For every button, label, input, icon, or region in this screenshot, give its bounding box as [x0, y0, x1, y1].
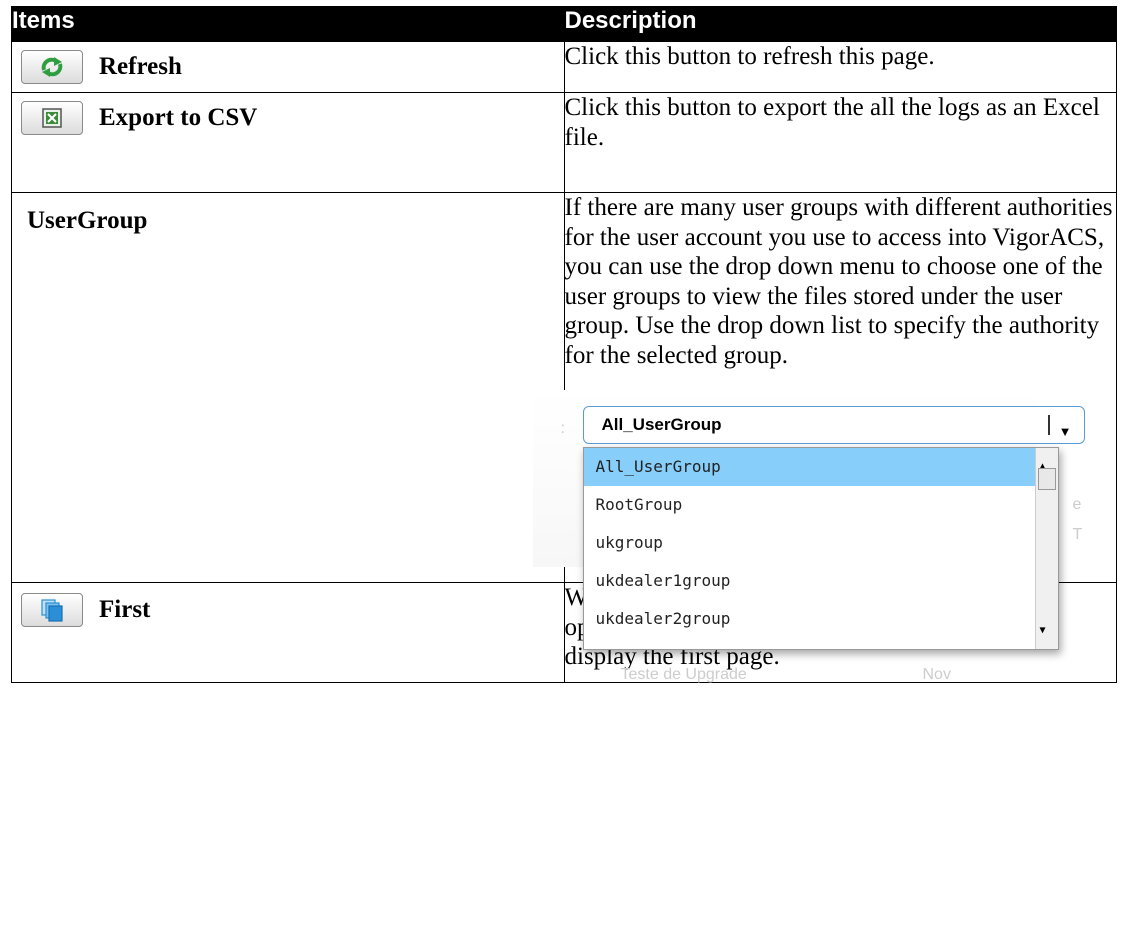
- usergroup-dropdown-screenshot: : All_UserGroup ▼ e T All_UserGroup Root…: [532, 390, 1085, 683]
- scroll-thumb[interactable]: [1037, 468, 1056, 490]
- export-csv-description: Click this button to export the all the …: [563, 92, 1117, 193]
- items-description-table: Items Description Refresh Click this but…: [11, 6, 1117, 683]
- usergroup-select[interactable]: All_UserGroup ▼: [582, 406, 1085, 447]
- option-rootgroup[interactable]: RootGroup: [584, 486, 1058, 524]
- option-ukdealer1group[interactable]: ukdealer1group: [584, 562, 1058, 600]
- usergroup-label: UserGroup: [27, 207, 148, 234]
- export-csv-button[interactable]: [21, 101, 83, 135]
- options-scrollbar[interactable]: ▲ ▼: [1034, 448, 1058, 649]
- first-label: First: [99, 596, 151, 623]
- refresh-button[interactable]: [21, 50, 83, 84]
- refresh-description: Click this button to refresh this page.: [563, 41, 1117, 93]
- export-csv-label: Export to CSV: [99, 104, 258, 131]
- option-all-usergroup[interactable]: All_UserGroup: [583, 448, 1058, 486]
- export-item-cell: Export to CSV: [11, 92, 565, 193]
- chevron-down-icon[interactable]: ▼: [1059, 417, 1072, 447]
- items-header: Items: [11, 6, 565, 42]
- usergroup-description-cell: If there are many user groups with diffe…: [532, 192, 1117, 683]
- excel-icon: [42, 108, 62, 128]
- usergroup-item-cell: UserGroup: [11, 192, 565, 583]
- first-item-cell: First: [11, 582, 565, 683]
- refresh-label: Refresh: [99, 53, 182, 80]
- usergroup-options-list[interactable]: All_UserGroup RootGroup ukgroup ukdealer…: [582, 447, 1059, 650]
- option-ukdealer2group[interactable]: ukdealer2group: [584, 600, 1058, 638]
- refresh-item-cell: Refresh: [11, 41, 565, 93]
- first-page-button[interactable]: [21, 593, 83, 627]
- description-header: Description: [563, 6, 1117, 42]
- first-page-icon: [41, 599, 63, 622]
- usergroup-description: If there are many user groups with diffe…: [564, 194, 1113, 369]
- refresh-icon: [41, 57, 63, 77]
- scroll-down-icon[interactable]: ▼: [1040, 616, 1046, 646]
- selected-group: All_UserGroup: [601, 415, 722, 435]
- option-ukgroup[interactable]: ukgroup: [584, 524, 1058, 562]
